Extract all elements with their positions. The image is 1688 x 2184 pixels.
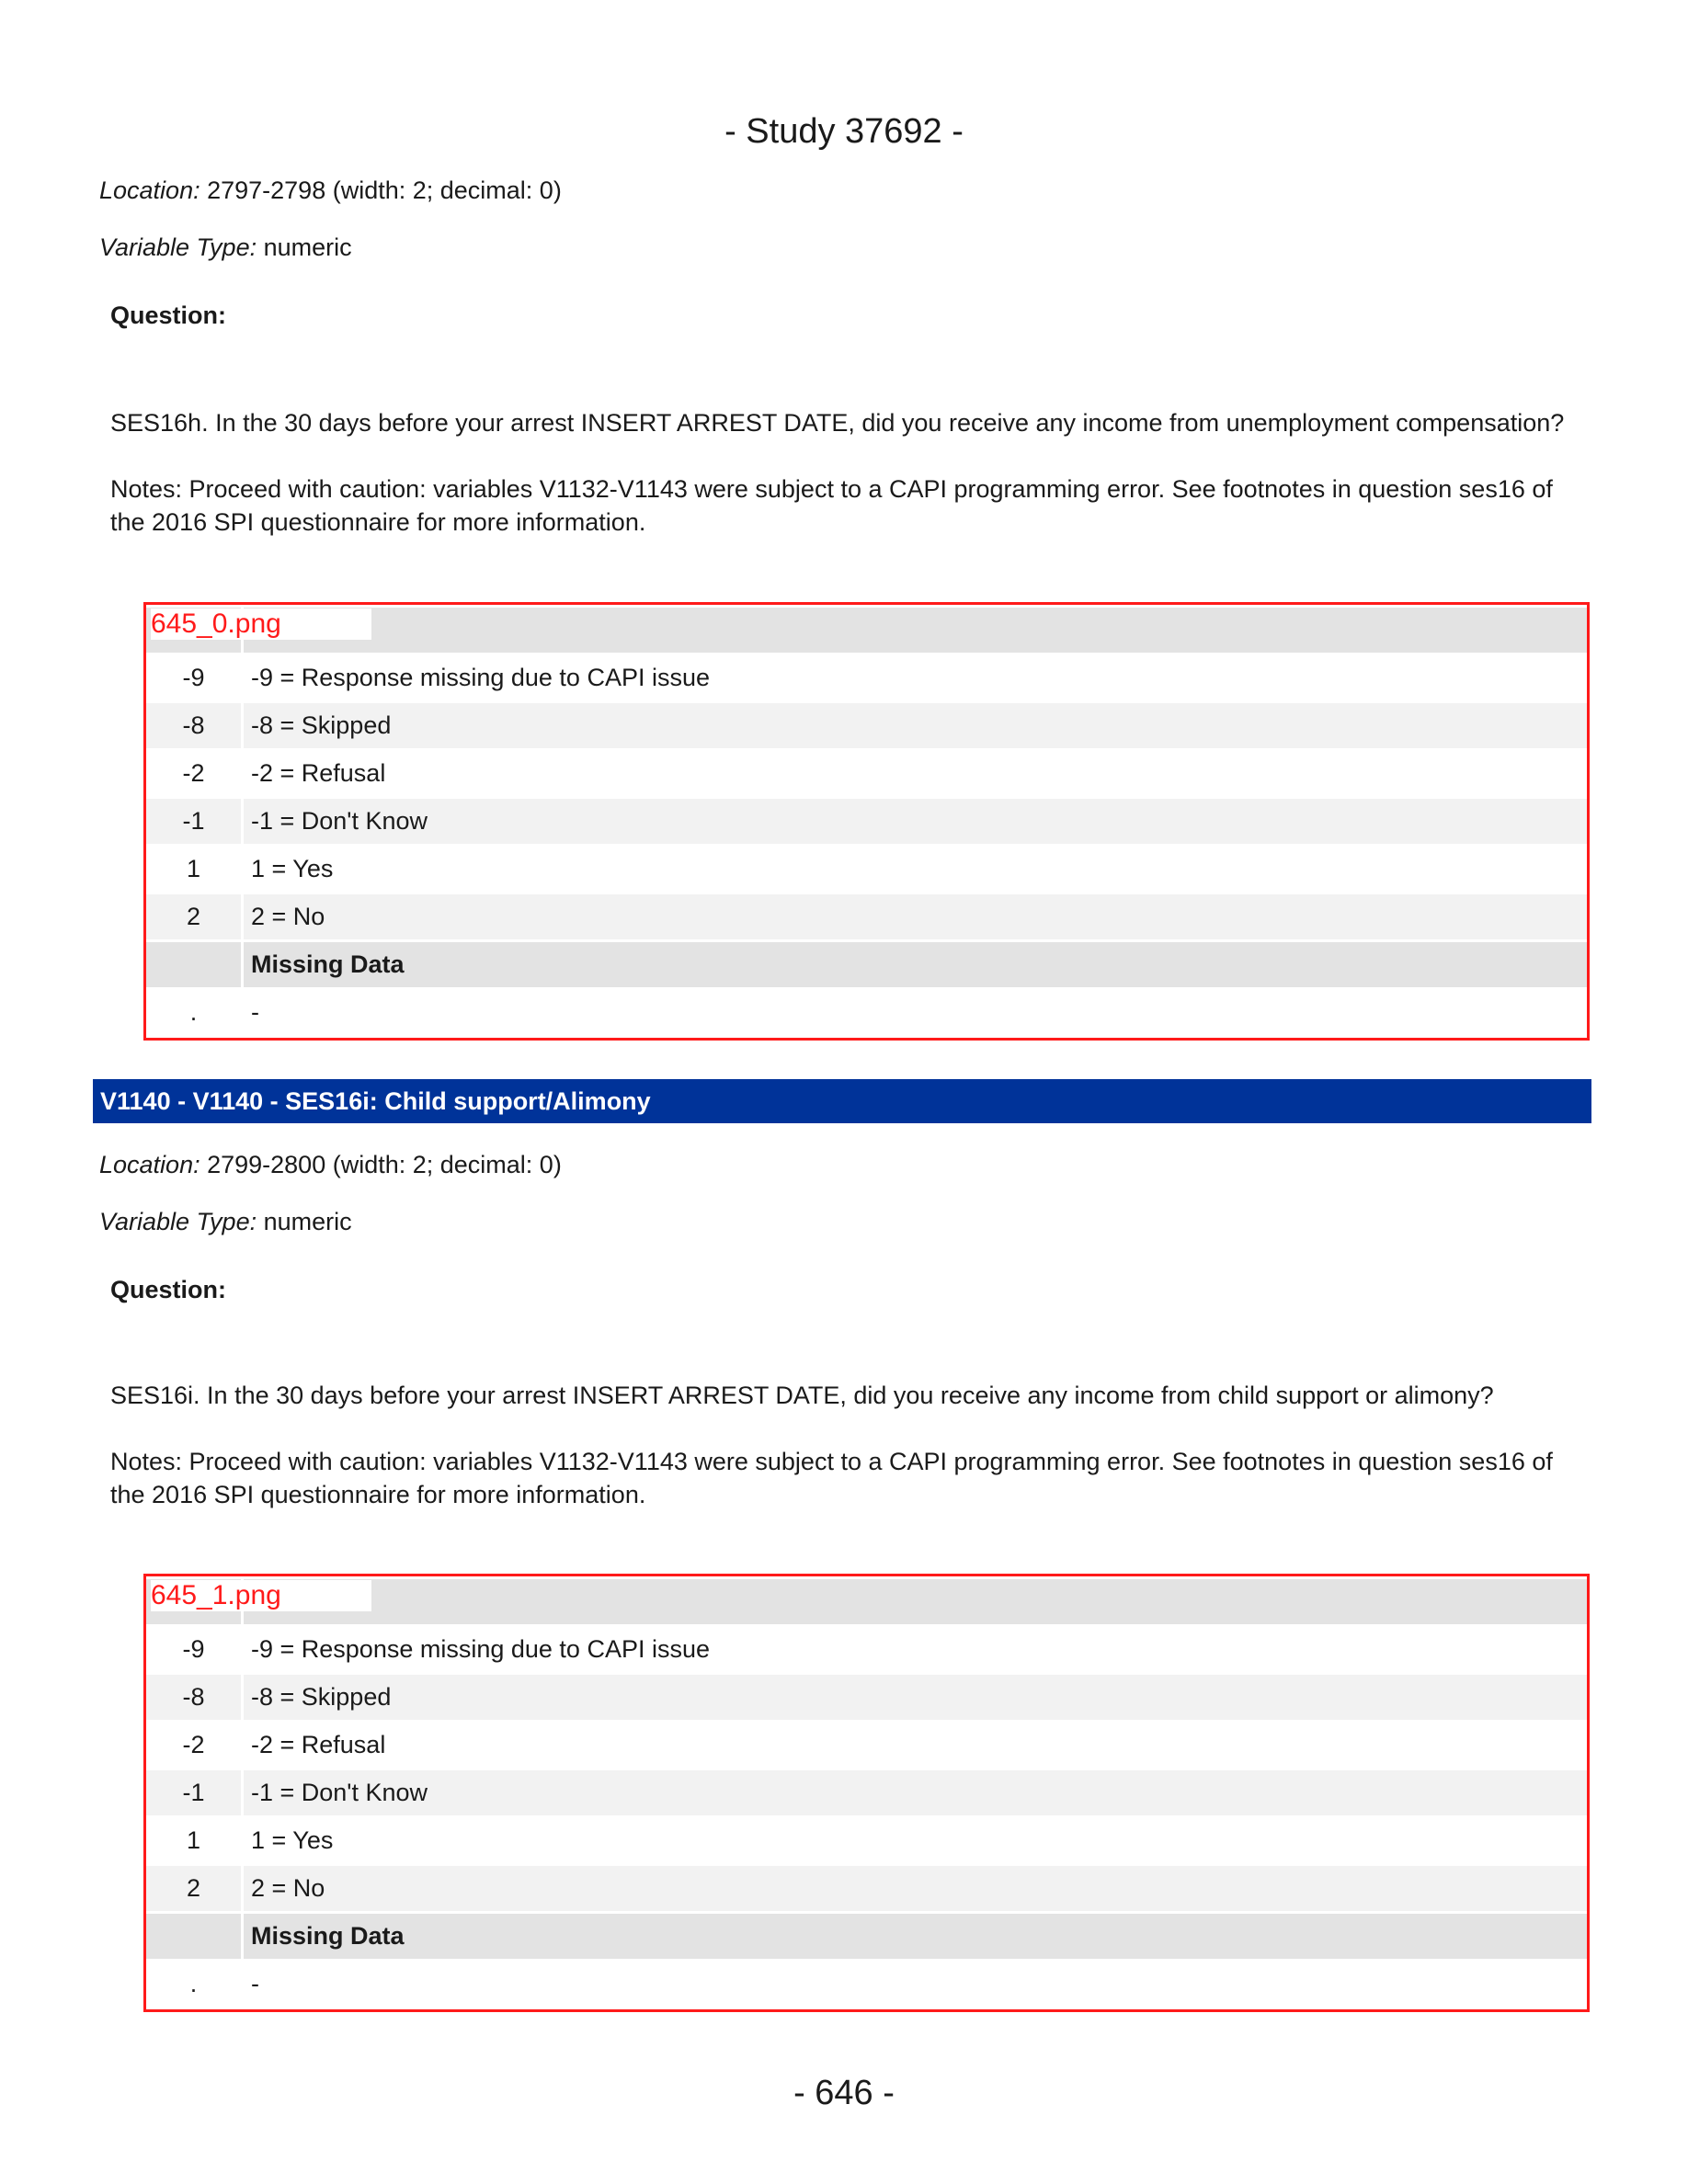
question-label: Question: [110,1276,226,1303]
label-cell: - [241,990,1587,1035]
table-row: -1 -1 = Don't Know [146,1770,1587,1815]
variable-type-value: numeric [257,1208,352,1235]
label-cell: 1 = Yes [241,1818,1587,1863]
label-cell: -2 = Refusal [241,1723,1587,1768]
code-cell: -2 [146,1723,241,1768]
location-label: Location: [99,176,200,204]
missing-data-heading: Missing Data [241,1914,1587,1959]
missing-data-header-row: Missing Data [146,942,1587,987]
location-label: Location: [99,1151,200,1178]
variable-type-label: Variable Type: [99,1208,257,1235]
table-row: -9 -9 = Response missing due to CAPI issu… [146,655,1587,700]
code-cell: 2 [146,894,241,939]
table-row: 22 = No [146,894,1587,939]
label-cell: 2 = No [241,1866,1587,1911]
page-header: - Study 37692 - [724,112,964,151]
label-cell: - [241,1962,1587,2007]
location-value: 2799-2800 (width: 2; decimal: 0) [200,1151,562,1178]
question-text: SES16h. In the 30 days before your arres… [110,409,1565,437]
table-row: -8 -8 = Skipped [146,1675,1587,1720]
label-cell: -1 = Don't Know [241,799,1587,844]
table-row: 11 = Yes [146,1818,1587,1863]
code-cell: -8 [146,1675,241,1720]
table-row: .- [146,990,1587,1035]
image-filename-tag: 645_1.png [151,1580,371,1611]
label-cell: -9 = Response missing due to CAPI issue [241,655,1587,700]
image-filename-tag: 645_0.png [151,609,371,640]
table-row: .- [146,1962,1587,2007]
code-cell: -1 [146,799,241,844]
variable-type-value: numeric [257,233,352,261]
code-cell: 1 [146,1818,241,1863]
location-line: Location: 2797-2798 (width: 2; decimal: … [99,176,562,205]
table-row: 11 = Yes [146,847,1587,892]
code-cell: . [146,1962,241,2007]
variable-type-line: Variable Type: numeric [99,1208,352,1236]
code-cell: 1 [146,847,241,892]
question-text: SES16i. In the 30 days before your arres… [110,1382,1494,1409]
code-cell: 2 [146,1866,241,1911]
label-cell: 1 = Yes [241,847,1587,892]
variable-header-bar: V1140 - V1140 - SES16i: Child support/Al… [93,1079,1591,1123]
table-row: 22 = No [146,1866,1587,1911]
value-labels-table: 645_1.png -9 -9 = Response missing due to… [143,1574,1590,2012]
code-cell: -9 [146,1627,241,1672]
table-row: -2 -2 = Refusal [146,1723,1587,1768]
label-cell: -2 = Refusal [241,751,1587,796]
value-labels-table: 645_0.png -9 -9 = Response missing due to… [143,602,1590,1041]
notes-text: Notes: Proceed with caution: variables V… [110,1448,1553,1508]
missing-data-header-row: Missing Data [146,1914,1587,1959]
label-cell: -9 = Response missing due to CAPI issue [241,1627,1587,1672]
label-cell: -8 = Skipped [241,703,1587,748]
location-value: 2797-2798 (width: 2; decimal: 0) [200,176,562,204]
location-line: Location: 2799-2800 (width: 2; decimal: … [99,1151,562,1179]
code-cell: -2 [146,751,241,796]
question-label: Question: [110,301,226,329]
table-row: -9 -9 = Response missing due to CAPI issu… [146,1627,1587,1672]
table-row: -8 -8 = Skipped [146,703,1587,748]
variable-type-line: Variable Type: numeric [99,233,352,262]
table-row: -2 -2 = Refusal [146,751,1587,796]
code-table: -9 -9 = Response missing due to CAPI issu… [146,1576,1587,2009]
label-cell: 2 = No [241,894,1587,939]
code-cell: -1 [146,1770,241,1815]
page-number: - 646 - [793,2074,895,2112]
notes-text: Notes: Proceed with caution: variables V… [110,475,1553,536]
code-cell: -8 [146,703,241,748]
label-cell: -1 = Don't Know [241,1770,1587,1815]
table-row: -1 -1 = Don't Know [146,799,1587,844]
code-table: -9 -9 = Response missing due to CAPI issu… [146,605,1587,1038]
missing-data-heading: Missing Data [241,942,1587,987]
code-cell: -9 [146,655,241,700]
variable-type-label: Variable Type: [99,233,257,261]
code-cell: . [146,990,241,1035]
label-cell: -8 = Skipped [241,1675,1587,1720]
